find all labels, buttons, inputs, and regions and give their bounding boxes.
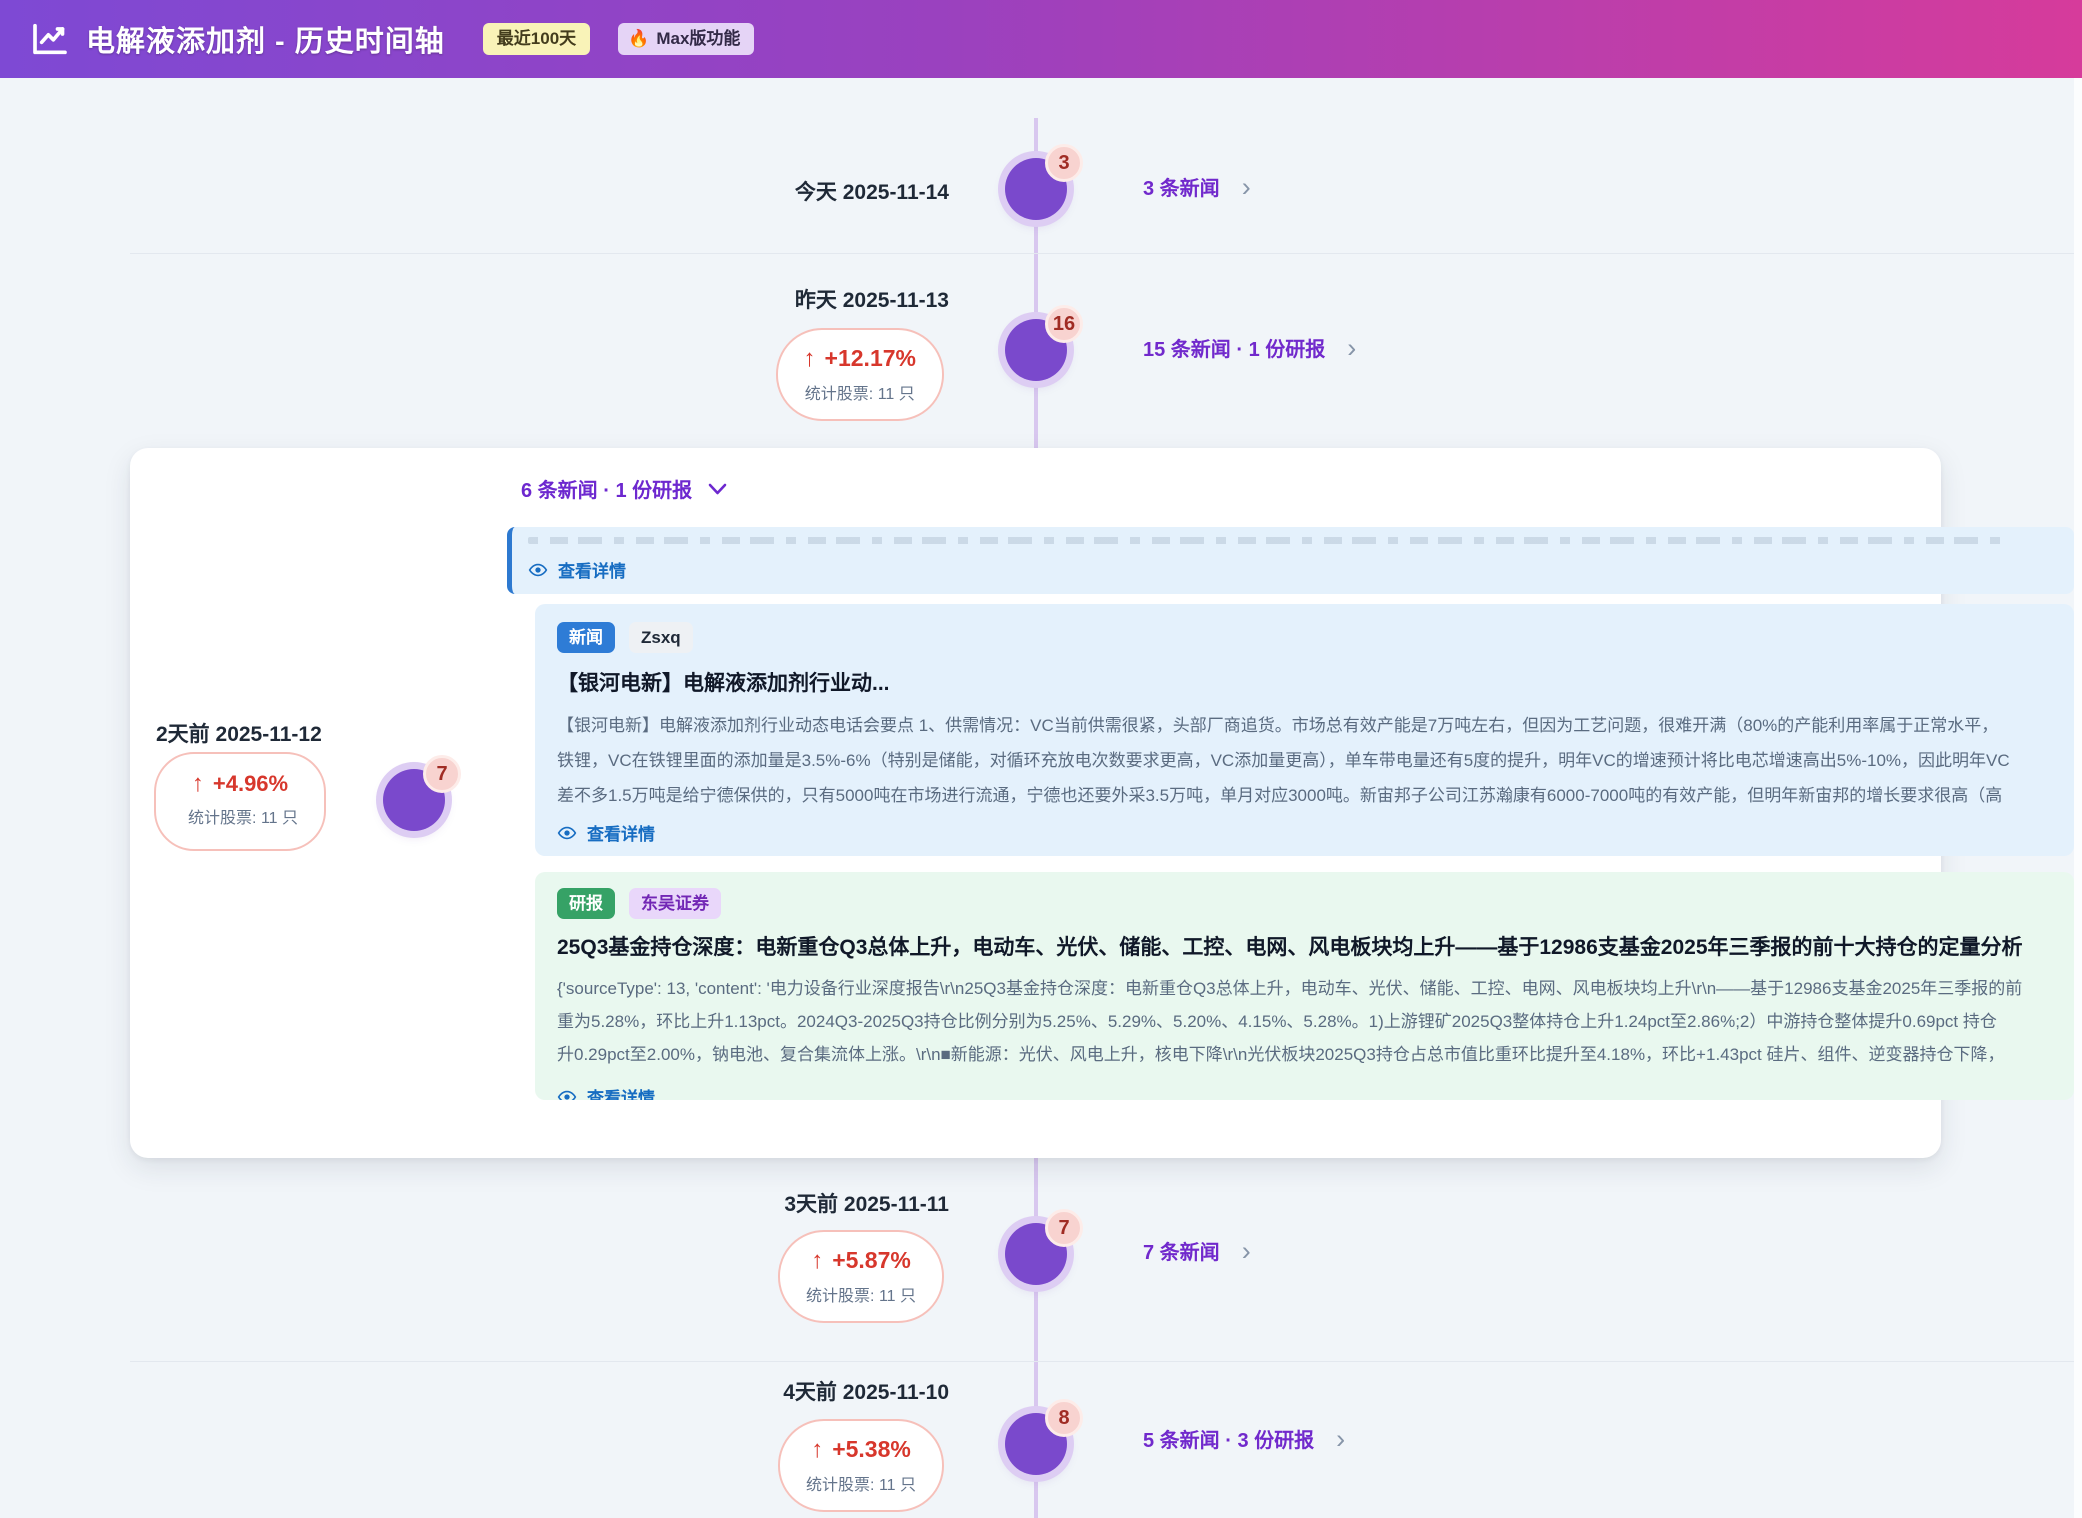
divider: [130, 253, 2074, 254]
card-body-line: 差不多1.5万吨是给宁德保供的，只有5000吨在市场进行流通，宁德也还要外采3.…: [557, 778, 2048, 813]
entry-link-label: 7 条新闻: [1143, 1236, 1220, 1265]
card-title: 【银河电新】电解液添加剂行业动...: [557, 667, 2048, 697]
change-row: ↑ +5.38%: [806, 1436, 916, 1463]
change-row: ↑ +5.87%: [806, 1247, 916, 1274]
broker-tag: 东吴证券: [629, 888, 721, 919]
scrollbar-track[interactable]: [2074, 78, 2082, 1518]
entry-summary-toggle[interactable]: 6 条新闻 · 1 份研报: [521, 474, 727, 503]
arrow-up-icon: ↑: [811, 1249, 823, 1273]
max-feature-badge: 🔥 Max版功能: [618, 23, 754, 55]
entry-date: 昨天 2025-11-13: [795, 284, 949, 314]
entry-date: 今天 2025-11-14: [795, 176, 949, 206]
change-row: ↑ +4.96%: [182, 771, 298, 797]
chevron-down-icon: [708, 483, 727, 495]
change-pill: ↑ +12.17% 统计股票: 11 只: [776, 328, 944, 421]
count-badge: 16: [1045, 305, 1083, 343]
change-pill: ↑ +5.38% 统计股票: 11 只: [778, 1419, 944, 1512]
eye-icon: [528, 560, 548, 580]
card-body-line: 铁锂，VC在铁锂里面的添加量是3.5%-6%（特别是储能，对循环充放电次数要求更…: [557, 743, 2048, 778]
stats-text: 统计股票: 11 只: [804, 380, 916, 404]
card-body-line: 重为5.28%，环比上升1.13pct。2024Q3-2025Q3持仓比例分别为…: [557, 1005, 2048, 1038]
news-card-clipped: 查看详情: [507, 527, 2074, 594]
app-header: 电解液添加剂 - 历史时间轴 最近100天 🔥 Max版功能: [0, 0, 2082, 78]
date-range-badge: 最近100天: [483, 23, 590, 55]
view-details-link[interactable]: 查看详情: [557, 1084, 2048, 1100]
report-tag: 研报: [557, 888, 615, 919]
clipped-text-row: [528, 537, 2012, 544]
entry-date: 3天前 2025-11-11: [784, 1188, 949, 1218]
source-tag: Zsxq: [629, 622, 693, 653]
entry-news-link[interactable]: 15 条新闻 · 1 份研报 ›: [1143, 333, 1356, 362]
count-badge: 7: [1045, 1209, 1083, 1247]
card-body-line: 【银河电新】电解液添加剂行业动态电话会要点 1、供需情况：VC当前供需很紧，头部…: [557, 708, 2048, 743]
view-details-label: 查看详情: [587, 820, 655, 845]
view-details-label: 查看详情: [558, 557, 626, 582]
card-tags: 研报 东吴证券: [557, 888, 2048, 919]
news-tag: 新闻: [557, 622, 615, 653]
entry-news-link[interactable]: 5 条新闻 · 3 份研报 ›: [1143, 1424, 1345, 1453]
chevron-right-icon: ›: [1242, 177, 1251, 197]
count-badge: 7: [423, 755, 461, 793]
change-percent: +4.96%: [213, 771, 288, 797]
change-row: ↑ +12.17%: [804, 345, 916, 372]
divider: [130, 1361, 2074, 1362]
view-details-link[interactable]: 查看详情: [557, 820, 2048, 845]
change-pill: ↑ +4.96% 统计股票: 11 只: [154, 752, 326, 851]
change-percent: +5.87%: [832, 1247, 911, 1274]
count-badge: 8: [1045, 1399, 1083, 1437]
timeline-node[interactable]: 3: [1005, 158, 1067, 220]
entry-summary-label: 6 条新闻 · 1 份研报: [521, 474, 692, 503]
timeline-node[interactable]: 7: [1005, 1223, 1067, 1285]
card-body-line: {'sourceType': 13, 'content': '电力设备行业深度报…: [557, 972, 2048, 1005]
eye-icon: [557, 1087, 577, 1101]
eye-icon: [557, 823, 577, 843]
view-details-link[interactable]: 查看详情: [528, 557, 2074, 582]
max-feature-label: Max版功能: [656, 29, 740, 49]
news-card: 新闻 Zsxq 【银河电新】电解液添加剂行业动... 【银河电新】电解液添加剂行…: [535, 604, 2074, 856]
report-card: 研报 东吴证券 25Q3基金持仓深度：电新重仓Q3总体上升，电动车、光伏、储能、…: [535, 872, 2074, 1100]
card-body-line: 升0.29pct至2.00%，钠电池、复合集流体上涨。\r\n■新能源：光伏、风…: [557, 1038, 2048, 1071]
stats-text: 统计股票: 11 只: [182, 805, 298, 832]
timeline-page: 电解液添加剂 - 历史时间轴 最近100天 🔥 Max版功能 今天 2025-1…: [0, 0, 2082, 1518]
card-tags: 新闻 Zsxq: [557, 622, 2048, 653]
chevron-right-icon: ›: [1336, 1429, 1345, 1449]
change-percent: +12.17%: [825, 345, 916, 372]
entry-link-label: 15 条新闻 · 1 份研报: [1143, 333, 1325, 362]
view-details-label: 查看详情: [587, 1084, 655, 1100]
entry-date: 4天前 2025-11-10: [783, 1376, 949, 1406]
stats-text: 统计股票: 11 只: [806, 1282, 916, 1306]
arrow-up-icon: ↑: [811, 1438, 823, 1462]
trend-chart-icon: [30, 19, 70, 59]
entry-news-link[interactable]: 7 条新闻 ›: [1143, 1236, 1251, 1265]
change-percent: +5.38%: [832, 1436, 911, 1463]
timeline-node[interactable]: 16: [1005, 319, 1067, 381]
count-badge: 3: [1045, 144, 1083, 182]
change-pill: ↑ +5.87% 统计股票: 11 只: [778, 1230, 944, 1323]
timeline-node[interactable]: 8: [1005, 1413, 1067, 1475]
page-title: 电解液添加剂 - 历史时间轴: [86, 18, 445, 60]
arrow-up-icon: ↑: [804, 347, 816, 371]
arrow-up-icon: ↑: [192, 772, 204, 796]
entry-link-label: 5 条新闻 · 3 份研报: [1143, 1424, 1314, 1453]
card-title: 25Q3基金持仓深度：电新重仓Q3总体上升，电动车、光伏、储能、工控、电网、风电…: [557, 931, 2048, 961]
chevron-right-icon: ›: [1242, 1241, 1251, 1261]
entry-date: 2天前 2025-11-12: [156, 718, 322, 748]
stats-text: 统计股票: 11 只: [806, 1471, 916, 1495]
timeline-node[interactable]: 7: [383, 769, 445, 831]
chevron-right-icon: ›: [1347, 338, 1356, 358]
entry-link-label: 3 条新闻: [1143, 172, 1220, 201]
entry-news-link[interactable]: 3 条新闻 ›: [1143, 172, 1251, 201]
fire-icon: 🔥: [628, 29, 649, 49]
